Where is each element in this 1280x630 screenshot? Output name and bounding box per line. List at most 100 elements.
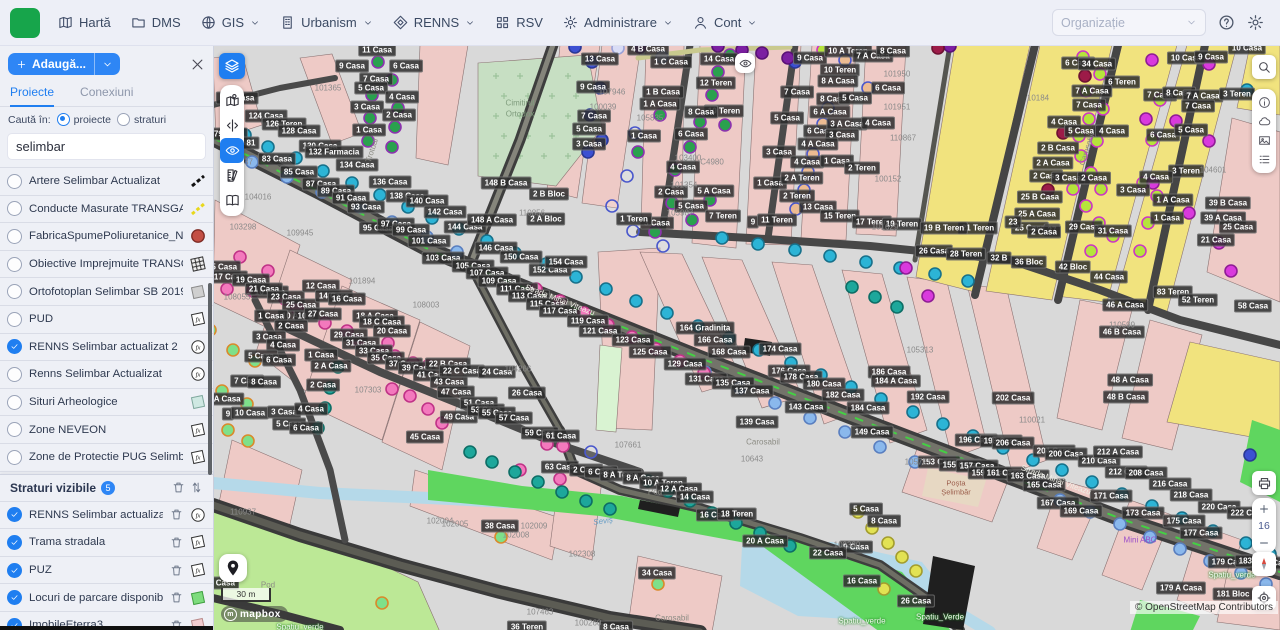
map-marker-ta[interactable] bbox=[862, 82, 874, 94]
map-marker-bl[interactable] bbox=[1244, 449, 1256, 461]
zoom-in-button[interactable] bbox=[1252, 500, 1276, 517]
project-row[interactable]: Conducte Masurate TRANSGAZ bbox=[0, 196, 213, 224]
visible-layer-row[interactable]: PUZfx bbox=[0, 557, 213, 585]
map-marker-lb[interactable] bbox=[1054, 494, 1066, 506]
zoom-out-button[interactable] bbox=[1252, 534, 1276, 551]
tool-cloud-button[interactable] bbox=[1252, 112, 1276, 131]
map-marker-lg[interactable] bbox=[376, 597, 388, 609]
map-marker-cy[interactable] bbox=[453, 223, 465, 235]
map-marker-pk[interactable] bbox=[374, 347, 386, 359]
map-marker-lb[interactable] bbox=[839, 426, 851, 438]
tab-proiecte[interactable]: Proiecte bbox=[10, 85, 54, 107]
project-row[interactable]: Renns Selimbar Actualizatfx bbox=[0, 361, 213, 389]
checkbox-unchecked[interactable] bbox=[7, 284, 22, 299]
map-marker-li[interactable] bbox=[1154, 94, 1166, 106]
tool-legend-button[interactable] bbox=[1252, 150, 1276, 169]
tool-eye-button[interactable] bbox=[220, 138, 244, 163]
add-button-main[interactable]: Adaugă... bbox=[8, 53, 94, 75]
map-marker-li[interactable] bbox=[1146, 134, 1158, 146]
map-marker-pk[interactable] bbox=[279, 293, 291, 305]
map-marker-gr[interactable] bbox=[392, 102, 404, 114]
map-marker-li[interactable] bbox=[1151, 190, 1163, 202]
map-marker-pk[interactable] bbox=[530, 283, 542, 295]
map-marker-cy[interactable] bbox=[815, 369, 827, 381]
map-marker-te[interactable] bbox=[604, 503, 616, 515]
visible-layer-row[interactable]: Locuri de parcare disponibile bbox=[0, 584, 213, 612]
tool-ruler-button[interactable] bbox=[220, 163, 244, 188]
map-marker-li[interactable] bbox=[1107, 230, 1119, 242]
map-marker-cy[interactable] bbox=[402, 201, 414, 213]
map-marker-cy[interactable] bbox=[1116, 488, 1128, 500]
map-marker-lb[interactable] bbox=[874, 441, 886, 453]
map-marker-pk[interactable] bbox=[404, 390, 416, 402]
map-marker-cy[interactable] bbox=[290, 152, 302, 164]
map-marker-cy[interactable] bbox=[997, 442, 1009, 454]
radio-proiecte[interactable]: proiecte bbox=[57, 113, 111, 126]
tab-conexiuni[interactable]: Conexiuni bbox=[80, 85, 133, 106]
map-marker-te[interactable] bbox=[464, 446, 476, 458]
map-marker-cy[interactable] bbox=[570, 271, 582, 283]
map-marker-mg[interactable] bbox=[1147, 177, 1159, 189]
map-marker-mg[interactable] bbox=[1203, 135, 1215, 147]
tool-info-button[interactable] bbox=[1252, 93, 1276, 112]
compass-button[interactable] bbox=[1252, 552, 1276, 576]
print-button[interactable] bbox=[1252, 471, 1276, 495]
map-marker-ye[interactable] bbox=[882, 537, 894, 549]
map-marker-bl[interactable] bbox=[594, 82, 606, 94]
map-marker-cy[interactable] bbox=[824, 250, 836, 262]
sidebar-scrollbar[interactable] bbox=[208, 283, 212, 475]
map-marker-ho[interactable] bbox=[606, 200, 618, 212]
map-marker-cy[interactable] bbox=[481, 235, 493, 247]
map-marker-lb[interactable] bbox=[804, 412, 816, 424]
map-marker-li[interactable] bbox=[1080, 85, 1092, 97]
map-marker-te[interactable] bbox=[319, 402, 331, 414]
map-marker-pk[interactable] bbox=[626, 331, 638, 343]
map-marker-pk[interactable] bbox=[698, 367, 710, 379]
menu-item-cont[interactable]: Cont bbox=[693, 15, 757, 30]
map-marker-mg[interactable] bbox=[922, 290, 934, 302]
map-marker-pk[interactable] bbox=[541, 438, 553, 450]
map-marker-lb[interactable] bbox=[1174, 543, 1186, 555]
map-marker-mg[interactable] bbox=[1170, 115, 1182, 127]
map-marker-pk[interactable] bbox=[262, 265, 274, 277]
map-marker-li[interactable] bbox=[1093, 217, 1105, 229]
map-marker-lg[interactable] bbox=[242, 435, 254, 447]
map-marker-ta[interactable] bbox=[822, 102, 834, 114]
map-marker-ta[interactable] bbox=[807, 148, 819, 160]
checkbox-unchecked[interactable] bbox=[7, 174, 22, 189]
map-marker-gr[interactable] bbox=[654, 109, 666, 121]
map-marker-cy[interactable] bbox=[753, 344, 765, 356]
map-marker-gr[interactable] bbox=[712, 66, 724, 78]
menu-item-dms[interactable]: DMS bbox=[131, 15, 181, 30]
map-marker-pk[interactable] bbox=[422, 360, 434, 372]
map-marker-lg[interactable] bbox=[216, 385, 228, 397]
map-marker-cy[interactable] bbox=[723, 332, 735, 344]
visibility-floating-button[interactable] bbox=[735, 53, 755, 73]
map-marker-te[interactable] bbox=[684, 495, 696, 507]
map-marker-cy[interactable] bbox=[967, 430, 979, 442]
visible-layer-row[interactable]: RENNS Selimbar actualizat 2fx bbox=[0, 502, 213, 530]
map-marker-pk[interactable] bbox=[221, 283, 233, 295]
map-marker-bl[interactable] bbox=[586, 56, 598, 68]
map-marker-gr[interactable] bbox=[386, 74, 398, 86]
map-marker-gr[interactable] bbox=[684, 141, 696, 153]
map-marker-cy[interactable] bbox=[752, 238, 764, 250]
map-marker-gr[interactable] bbox=[669, 164, 681, 176]
map-marker-pk[interactable] bbox=[389, 350, 401, 362]
map-marker-bl[interactable] bbox=[569, 45, 581, 53]
map-marker-lg[interactable] bbox=[227, 344, 239, 356]
map-marker-li[interactable] bbox=[1134, 245, 1146, 257]
map-marker-mg[interactable] bbox=[1140, 113, 1152, 125]
map-marker-lb[interactable] bbox=[1084, 506, 1096, 518]
map-marker-lb[interactable] bbox=[769, 397, 781, 409]
map-marker-ma[interactable] bbox=[932, 45, 944, 54]
map-marker-lb[interactable] bbox=[451, 246, 463, 258]
map-marker-ye[interactable] bbox=[896, 551, 908, 563]
add-button-dropdown[interactable] bbox=[94, 53, 120, 75]
project-row[interactable]: Zone NEVEONfx bbox=[0, 416, 213, 444]
menu-item-hartă[interactable]: Hartă bbox=[58, 15, 111, 30]
map-marker-cy[interactable] bbox=[374, 189, 386, 201]
map-marker-li[interactable] bbox=[817, 45, 829, 56]
map-marker-cy[interactable] bbox=[716, 232, 728, 244]
trash-icon[interactable] bbox=[170, 536, 183, 549]
